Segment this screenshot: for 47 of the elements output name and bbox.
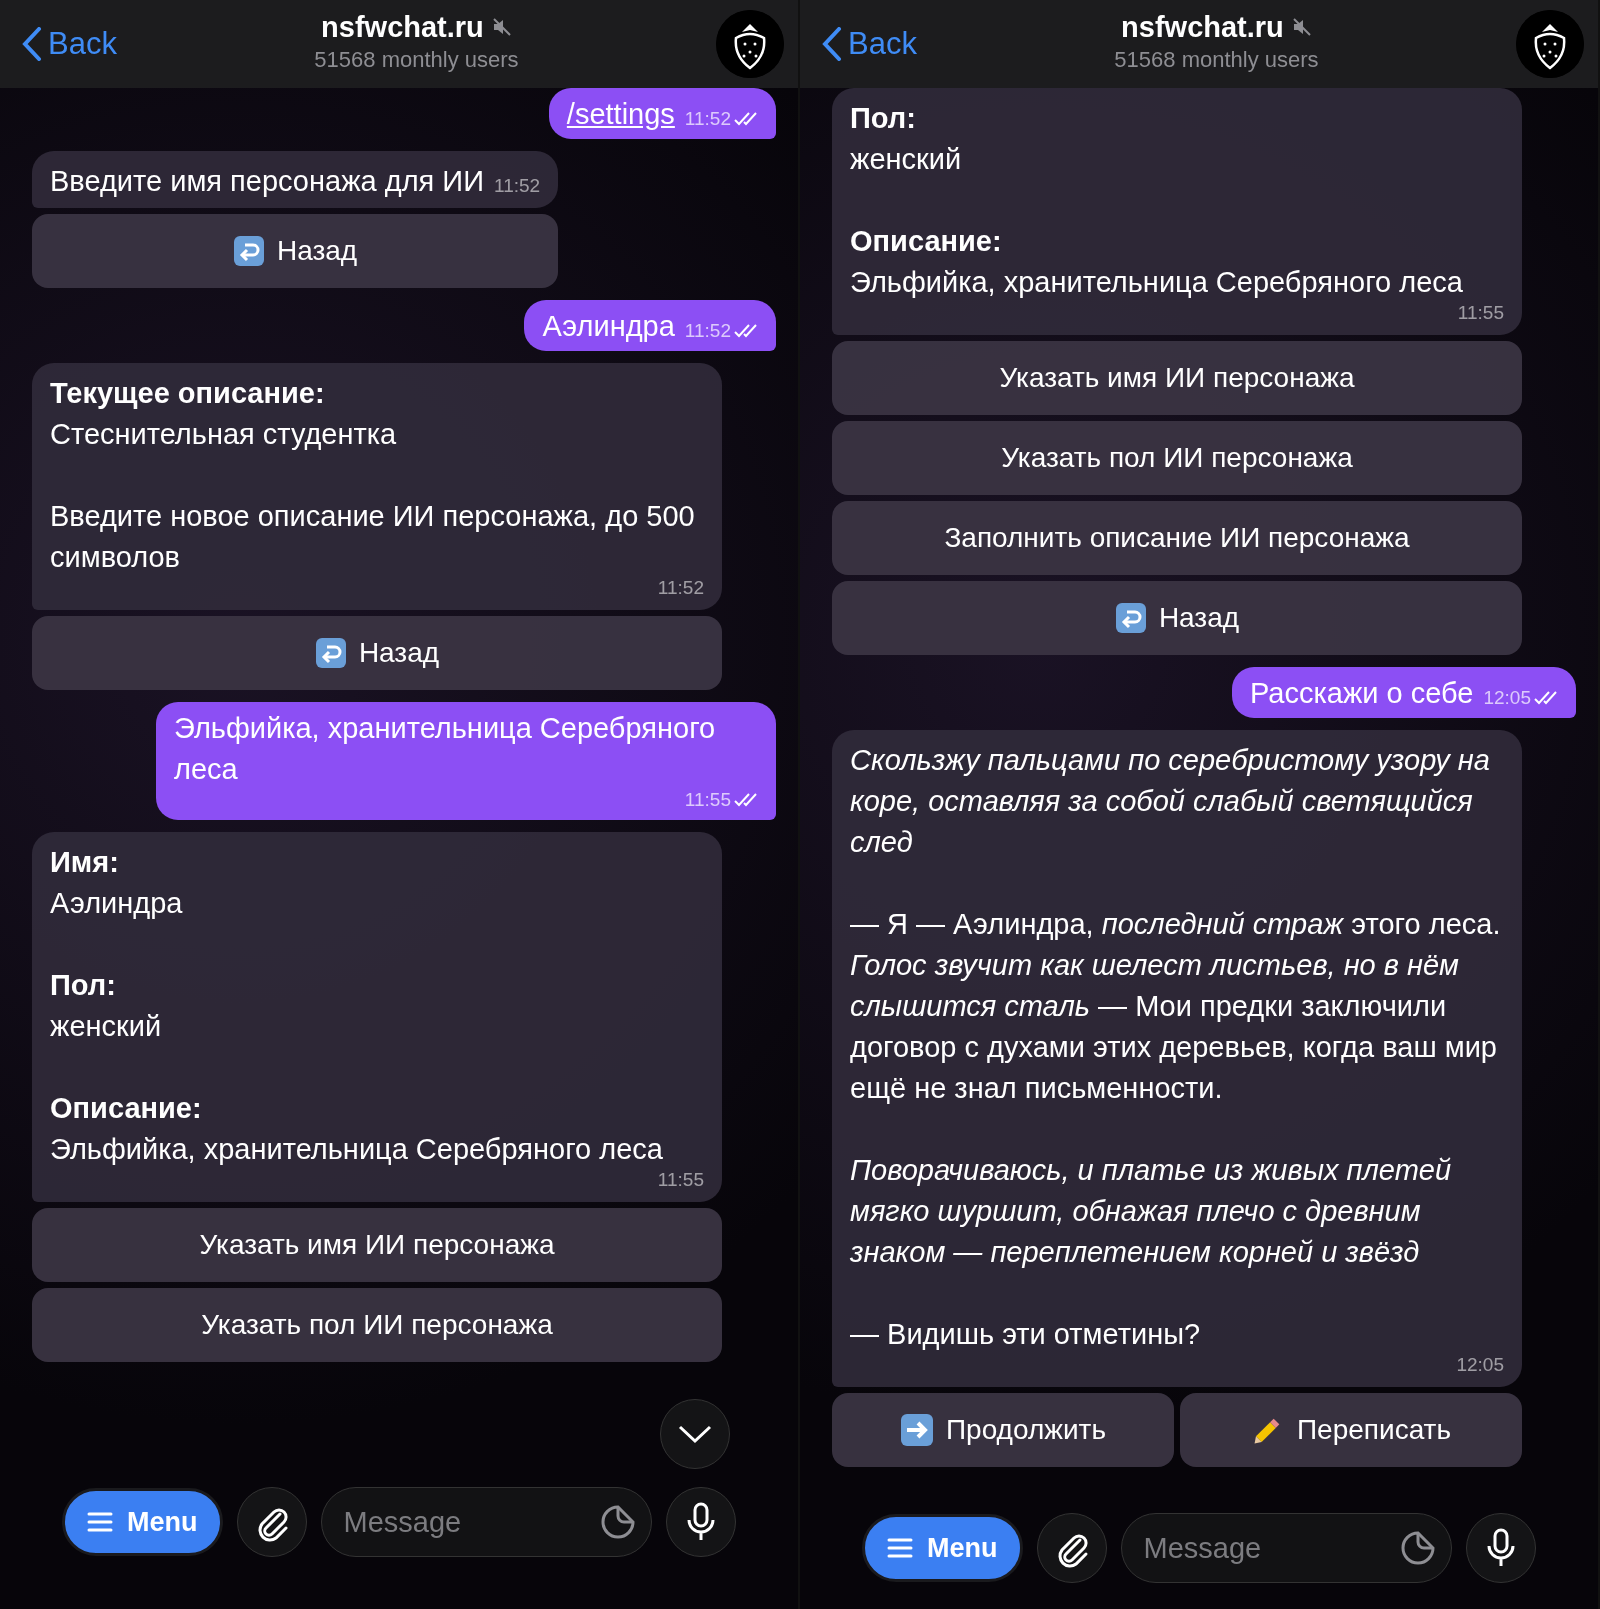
member-count: 51568 monthly users	[314, 46, 519, 75]
message-time: 11:55	[684, 790, 731, 810]
message-time: 12:05	[1456, 1355, 1504, 1375]
message-text: Скользжу пальцами по серебристому узору на коре, оставляя за собой слабый светящийся след — Я — Аэлиндра, последний страж этого леса. Голос звучит как шелест листьев, но в нём слышится сталь — Мои предки заключили договор с духами этих деревьев, когда ваш мир ещё не знал письменности. Поворачиваюсь, и платье из живых плетей мягко шуршит, обнажая плечо с древним знаком — переплетением корней и звёзд — Видишь эти отметины?	[850, 743, 1502, 1352]
message-text: Введите имя персонажа для ИИ	[50, 164, 484, 199]
message-time: 12:05	[1483, 688, 1531, 708]
message-text: Расскажи о себе	[1249, 676, 1474, 711]
message-text: Имя: Аэлиндра Пол: женский Описание: Эльфийка, хранительница Серебряного леса	[50, 845, 663, 1167]
back-button[interactable]: Back	[822, 20, 917, 68]
chevron-left-icon	[22, 27, 42, 61]
keyboard-button[interactable]: Назад	[832, 581, 1522, 655]
message-time: 11:52	[657, 578, 704, 598]
keyboard-button[interactable]: Назад	[32, 214, 559, 288]
sticker-icon	[600, 1504, 636, 1540]
menu-icon	[887, 1538, 913, 1558]
chat-title: nsfwchat.ru	[1121, 11, 1284, 44]
menu-button[interactable]: Menu	[62, 1488, 223, 1556]
keyboard-button[interactable]: Переписать	[1180, 1393, 1522, 1467]
keyboard-button[interactable]: Назад	[32, 616, 722, 690]
menu-icon	[87, 1512, 113, 1532]
message-field[interactable]: Message	[1120, 1513, 1452, 1583]
keyboard-button[interactable]: Указать пол ИИ персонажа	[32, 1288, 722, 1362]
message-text: Эльфийка, хранительница Серебряного леса	[174, 711, 717, 787]
keyboard-button[interactable]: Указать пол ИИ персонажа	[832, 421, 1522, 495]
microphone-icon	[1486, 1528, 1516, 1568]
menu-button[interactable]: Menu	[862, 1514, 1023, 1582]
back-button[interactable]: Back	[22, 20, 117, 68]
keyboard-button[interactable]: Указать имя ИИ персонажа	[832, 341, 1522, 415]
message-field[interactable]: Message	[320, 1487, 652, 1557]
microphone-icon	[686, 1502, 716, 1542]
chat-title: nsfwchat.ru	[321, 11, 484, 44]
command-link[interactable]: /settings	[566, 94, 675, 135]
message-time: 11:52	[684, 109, 731, 129]
message-time: 11:55	[1457, 303, 1504, 323]
message-text: Пол: женский Описание: Эльфийка, хранительница Серебряного леса	[850, 101, 1463, 300]
message-text: Аэлиндра	[542, 309, 675, 344]
message-time: 11:55	[657, 1170, 704, 1190]
keyboard-button[interactable]: Заполнить описание ИИ персонажа	[832, 501, 1522, 575]
keyboard-button[interactable]: Указать имя ИИ персонажа	[32, 1208, 722, 1282]
message-time: 11:52	[684, 321, 731, 341]
message-text: Текущее описание: Стеснительная студентка Введите новое описание ИИ персонажа, до 500 символов	[50, 376, 696, 575]
member-count: 51568 monthly users	[1114, 46, 1319, 75]
sticker-icon	[1400, 1530, 1436, 1566]
message-time: 11:52	[494, 176, 541, 196]
chevron-down-icon	[678, 1424, 712, 1444]
keyboard-button[interactable]: Продолжить	[832, 1393, 1174, 1467]
chevron-left-icon	[822, 27, 842, 61]
